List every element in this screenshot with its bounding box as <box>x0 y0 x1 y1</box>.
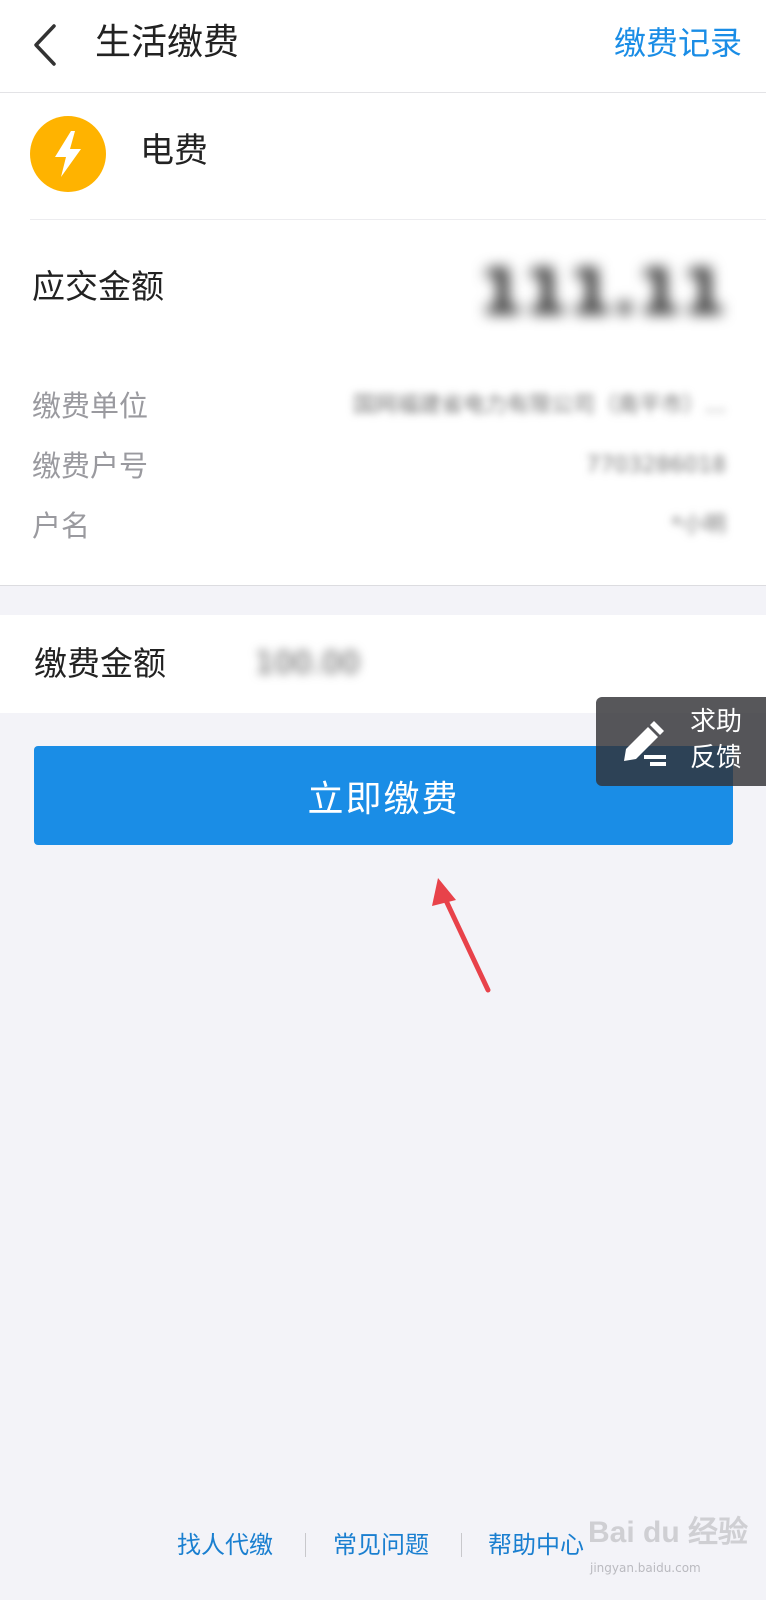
info-value: *小明 <box>670 513 726 538</box>
app-header: 生活缴费 缴费记录 <box>0 0 766 93</box>
bill-type-name: 电费 <box>140 131 208 171</box>
payment-amount-value[interactable]: 100.00 <box>255 641 360 687</box>
lightning-icon <box>30 116 106 192</box>
chevron-left-icon <box>34 24 56 66</box>
payment-records-link[interactable]: 缴费记录 <box>614 18 742 68</box>
watermark-url: jingyan.baidu.com <box>590 1561 701 1575</box>
payment-amount-label: 缴费金额 <box>34 644 166 683</box>
back-button[interactable] <box>28 20 68 70</box>
help-label: 求助 <box>690 707 743 737</box>
baidu-jingyan-watermark: Bai du 经验 jingyan.baidu.com <box>580 1505 766 1595</box>
due-amount-label: 应交金额 <box>32 267 164 306</box>
bill-card: 电费 应交金额 111.11 缴费单位 国网福建省电力有限公司（南平市）... … <box>0 93 766 586</box>
page-title: 生活缴费 <box>95 22 240 63</box>
footer-link-faq[interactable]: 常见问题 <box>333 1520 429 1570</box>
bill-header: 电费 <box>0 93 766 220</box>
feedback-label: 反馈 <box>690 743 743 773</box>
due-amount-value: 111.11 <box>479 256 726 330</box>
watermark-logo: Bai du 经验 <box>588 1516 749 1549</box>
footer-link-help-center[interactable]: 帮助中心 <box>488 1520 584 1570</box>
info-value: 国网福建省电力有限公司（南平市）... <box>353 393 726 418</box>
help-feedback-button[interactable]: 求助 反馈 <box>596 697 766 786</box>
footer-separator <box>461 1533 462 1557</box>
info-value: 7703286018 <box>586 453 726 478</box>
info-label: 缴费户号 <box>32 449 149 483</box>
info-row-account: 缴费户号 7703286018 <box>0 441 766 491</box>
footer-link-proxy-pay[interactable]: 找人代缴 <box>177 1520 273 1570</box>
info-row-holder: 户名 *小明 <box>0 501 766 551</box>
divider <box>30 219 766 220</box>
info-row-unit: 缴费单位 国网福建省电力有限公司（南平市）... <box>0 381 766 431</box>
footer-separator <box>305 1533 306 1557</box>
edit-pencil-icon <box>624 721 666 766</box>
annotation-arrow-icon <box>432 878 491 993</box>
info-label: 缴费单位 <box>32 389 149 423</box>
info-label: 户名 <box>32 509 91 543</box>
